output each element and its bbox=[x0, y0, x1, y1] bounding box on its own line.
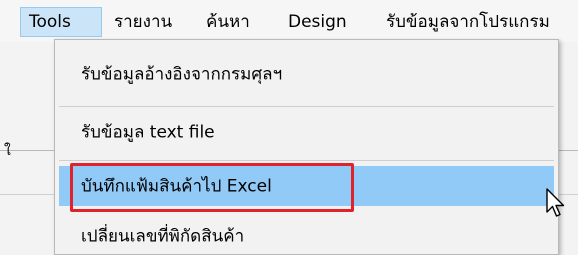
arrow-pointer-icon bbox=[546, 188, 565, 217]
menu-item-change-tariff-code[interactable]: เปลี่ยนเลขที่พิกัดสินค้า bbox=[59, 218, 554, 254]
menu-item-import-text-file[interactable]: รับข้อมูล text file bbox=[59, 112, 554, 152]
menu-separator bbox=[59, 160, 554, 161]
menu-design[interactable]: Design bbox=[280, 7, 355, 37]
background-partial-text: ใ bbox=[4, 143, 11, 159]
menu-item-save-products-to-excel[interactable]: บันทึกแฟ้มสินค้าไป Excel bbox=[59, 166, 554, 206]
menu-tools[interactable]: Tools bbox=[20, 7, 102, 37]
menu-item-import-customs-reference[interactable]: รับข้อมูลอ้างอิงจากกรมศุลฯ bbox=[59, 54, 554, 94]
menu-item-label: เปลี่ยนเลขที่พิกัดสินค้า bbox=[81, 226, 245, 247]
menu-item-label: บันทึกแฟ้มสินค้าไป Excel bbox=[81, 176, 272, 197]
menu-import-from-program[interactable]: รับข้อมูลจากโปรแกรม bbox=[378, 7, 558, 37]
tools-dropdown-menu: รับข้อมูลอ้างอิงจากกรมศุลฯ รับข้อมูล tex… bbox=[54, 39, 559, 255]
menu-report[interactable]: รายงาน bbox=[106, 7, 180, 37]
menu-separator bbox=[59, 106, 554, 107]
menu-item-label: รับข้อมูลอ้างอิงจากกรมศุลฯ bbox=[81, 64, 283, 85]
menu-bar: Tools รายงาน ค้นหา Design รับข้อมูลจากโป… bbox=[0, 0, 578, 42]
menu-search[interactable]: ค้นหา bbox=[198, 7, 258, 37]
menu-item-label: รับข้อมูล text file bbox=[81, 122, 215, 143]
